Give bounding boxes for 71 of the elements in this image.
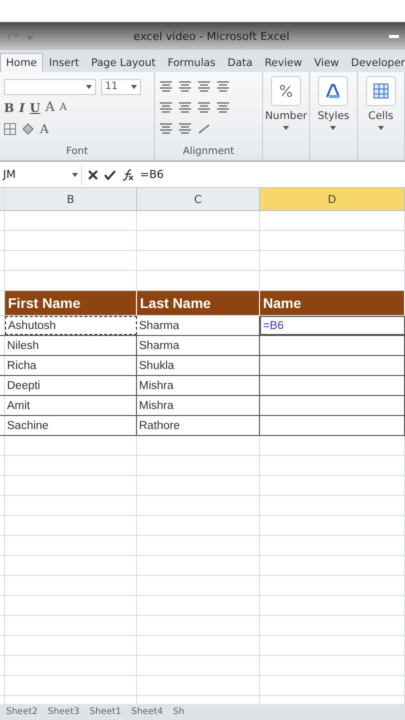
decrease-indent-icon[interactable]	[159, 123, 173, 134]
font-color-button[interactable]: A	[40, 122, 49, 136]
fill-color-icon[interactable]	[21, 122, 35, 134]
table-cell: Ashutosh	[5, 316, 137, 335]
merge-icon[interactable]	[216, 102, 230, 113]
window-title: excel video - Microsoft Excel	[132, 30, 290, 42]
table-cell: Rathore	[137, 416, 260, 435]
table-cell: Sharma	[137, 336, 260, 355]
ribbon-button[interactable]: Number	[265, 110, 308, 122]
format-button[interactable]: I	[19, 100, 25, 114]
align-right-icon[interactable]	[197, 102, 211, 113]
group-label: Alignment	[182, 146, 236, 159]
cancel-icon[interactable]	[88, 170, 98, 180]
formula-input[interactable]: =B6	[140, 168, 164, 181]
caret-icon	[330, 126, 336, 130]
percent-icon[interactable]	[271, 76, 302, 106]
ribbon-tab[interactable]: Formulas	[162, 53, 222, 72]
sheet-tab[interactable]: Sh	[173, 707, 184, 717]
ribbon-tab[interactable]: Review	[258, 53, 308, 72]
font-size-dropdown[interactable]: 11	[101, 78, 141, 94]
sheet-tab[interactable]: Sheet3	[48, 707, 80, 717]
table-cell: Deepti	[5, 376, 137, 395]
ribbon-tab[interactable]: View	[308, 53, 345, 72]
align-center-icon[interactable]	[178, 102, 192, 113]
align-top-icon[interactable]	[159, 81, 173, 92]
ribbon-tab[interactable]: Developer	[345, 53, 405, 72]
borders-icon[interactable]	[4, 122, 16, 134]
table-header: First Name	[5, 291, 137, 315]
ribbon-tab[interactable]: Insert	[43, 53, 86, 72]
table-header: Name	[260, 291, 405, 315]
table-cell: Nilesh	[5, 336, 137, 355]
caret-icon	[283, 126, 290, 130]
align-left-icon[interactable]	[159, 102, 173, 113]
ribbon-button[interactable]: Cells	[368, 110, 394, 122]
caret-icon	[86, 84, 92, 88]
column-header[interactable]: D	[260, 188, 405, 210]
font-size-button[interactable]: A	[45, 100, 55, 115]
function-icon[interactable]	[122, 168, 134, 180]
sheet-tab[interactable]: Sheet4	[131, 707, 163, 717]
table-cell: Sharma	[137, 316, 260, 335]
caret-icon	[72, 172, 78, 176]
ribbon-tab[interactable]: Data	[222, 53, 259, 72]
sheet-tab[interactable]: Sheet1	[90, 707, 122, 717]
table-cell: Amit	[5, 396, 137, 415]
align-bottom-icon[interactable]	[197, 81, 211, 92]
format-button[interactable]: U	[30, 100, 40, 114]
minimize-icon[interactable]	[389, 34, 399, 38]
sheet-tab[interactable]: Sheet2	[6, 707, 38, 717]
styles-icon[interactable]	[318, 76, 348, 106]
table-cell: =B6	[260, 316, 405, 335]
ribbon-tab[interactable]: Home	[0, 53, 44, 72]
caret-icon	[378, 126, 384, 130]
name-box[interactable]: JM	[0, 164, 82, 184]
table-cell: Sachine	[5, 416, 137, 435]
table-header: Last Name	[137, 291, 260, 315]
format-button[interactable]: B	[4, 100, 14, 114]
group-label: Font	[65, 146, 89, 159]
table-cell: Shukla	[137, 356, 260, 375]
caret-icon	[131, 84, 137, 88]
check-icon[interactable]	[104, 170, 116, 180]
table-cell: Mishra	[137, 396, 260, 415]
ribbon-button[interactable]: Styles	[318, 110, 350, 122]
wrap-text-icon[interactable]	[216, 81, 230, 92]
cells-icon[interactable]	[366, 76, 396, 106]
align-middle-icon[interactable]	[178, 81, 192, 92]
increase-indent-icon[interactable]	[178, 123, 192, 134]
table-cell: Mishra	[137, 376, 260, 395]
table-cell: Richa	[5, 356, 137, 375]
ribbon-tab[interactable]: Page Layout	[85, 53, 162, 72]
font-size-button[interactable]: A	[60, 102, 67, 113]
orientation-icon[interactable]	[197, 122, 211, 134]
